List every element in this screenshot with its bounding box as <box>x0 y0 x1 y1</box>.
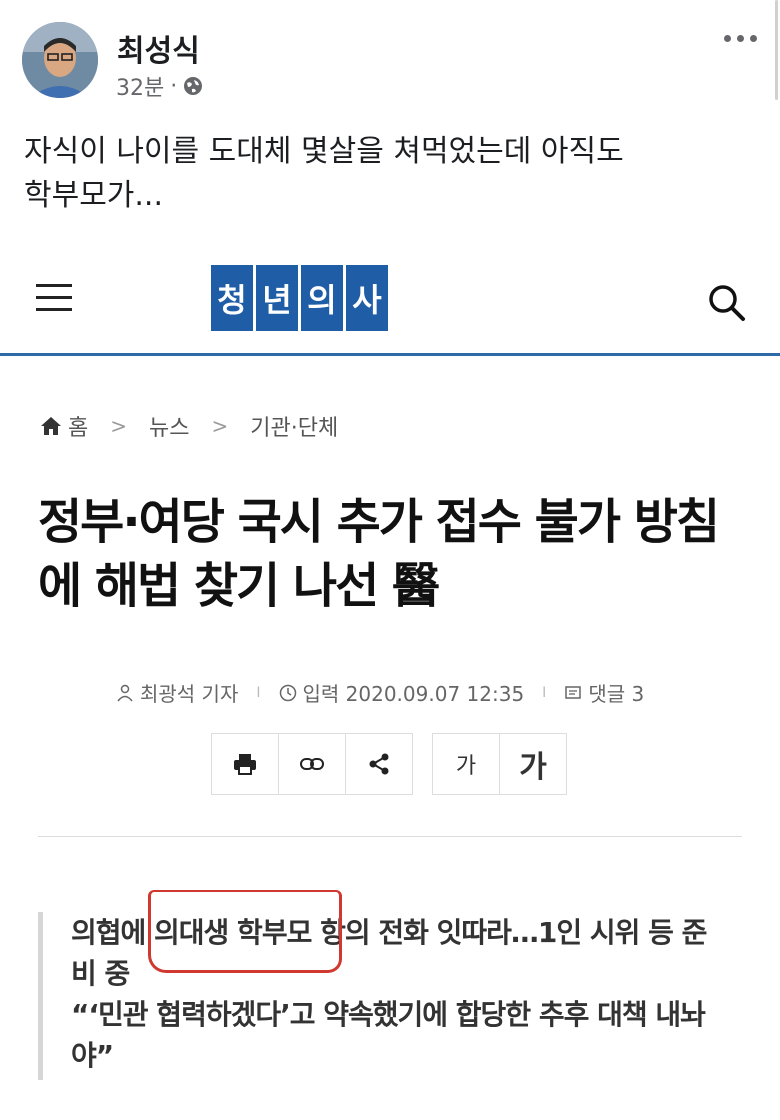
article-tools <box>211 733 413 795</box>
site-logo[interactable]: 청 년 의 사 <box>211 265 388 331</box>
scrollbar[interactable] <box>772 0 780 100</box>
menu-icon[interactable] <box>36 284 72 314</box>
post-text-line: 자식이 나이를 도대체 몇살을 쳐먹었는데 아직도 <box>24 134 624 169</box>
logo-char: 의 <box>301 265 343 331</box>
link-icon <box>300 758 324 770</box>
post-time[interactable]: 32분 <box>116 70 164 102</box>
logo-char: 년 <box>256 265 298 331</box>
chevron-right-icon: > <box>211 414 229 438</box>
publish-date: 입력 2020.09.07 12:35 <box>302 682 525 706</box>
comment-icon <box>565 685 582 699</box>
post-meta: 32분 · <box>116 70 203 102</box>
globe-icon <box>184 77 203 95</box>
breadcrumb-news[interactable]: 뉴스 <box>149 410 189 442</box>
share-button[interactable] <box>345 733 413 795</box>
article-subheadline: 의협에 의대생 학부모 항의 전화 잇따라…1인 시위 등 준 비 중 “‘민관… <box>38 912 763 1080</box>
avatar[interactable] <box>22 22 98 98</box>
author-name[interactable]: 최성식 <box>117 26 200 70</box>
font-increase-button[interactable]: 가 <box>499 733 567 795</box>
search-icon[interactable] <box>706 282 746 322</box>
section-divider <box>38 836 742 837</box>
reporter-name[interactable]: 최광석 기자 <box>140 678 238 707</box>
breadcrumb: 홈 > 뉴스 > 기관·단체 <box>40 410 338 442</box>
post-text: 자식이 나이를 도대체 몇살을 쳐먹었는데 아직도 학부모가... <box>24 130 744 218</box>
red-annotation-box <box>148 890 342 973</box>
more-dots-icon <box>723 34 731 42</box>
person-icon <box>117 684 133 701</box>
copy-link-button[interactable] <box>278 733 346 795</box>
article-headline: 정부·여당 국시 추가 접수 불가 방침 에 해법 찾기 나선 醫 <box>38 490 758 618</box>
font-decrease-button[interactable]: 가 <box>432 733 500 795</box>
subheadline-line: 야” <box>71 1039 114 1072</box>
byline-separator: I <box>542 684 547 701</box>
chevron-right-icon: > <box>110 414 128 438</box>
post-header: 최성식 32분 · <box>22 22 762 102</box>
post-text-line: 학부모가... <box>24 178 164 213</box>
headline-line: 정부·여당 국시 추가 접수 불가 방침 <box>38 494 720 550</box>
breadcrumb-category[interactable]: 기관·단체 <box>250 410 338 442</box>
logo-char: 청 <box>211 265 253 331</box>
meta-separator: · <box>170 73 178 99</box>
more-options-button[interactable] <box>718 28 762 48</box>
logo-char: 사 <box>346 265 388 331</box>
clock-icon <box>279 684 296 701</box>
headline-line: 에 해법 찾기 나선 醫 <box>38 558 440 614</box>
home-icon[interactable] <box>40 416 62 436</box>
subheadline-line: “‘민관 협력하겠다’고 약속했기에 합당한 추후 대책 내놔 <box>71 998 706 1031</box>
breadcrumb-home[interactable]: 홈 <box>68 410 88 442</box>
print-icon <box>234 754 256 775</box>
header-divider <box>0 353 780 356</box>
share-icon <box>369 753 389 775</box>
article-byline: 최광석 기자 I 입력 2020.09.07 12:35 I 댓글 3 <box>116 678 644 707</box>
avatar-photo-icon <box>22 22 98 98</box>
byline-separator: I <box>256 684 261 701</box>
font-size-tools: 가 가 <box>432 733 567 795</box>
comment-count[interactable]: 댓글 3 <box>588 678 644 707</box>
article-header: 청 년 의 사 <box>0 260 780 355</box>
print-button[interactable] <box>211 733 279 795</box>
